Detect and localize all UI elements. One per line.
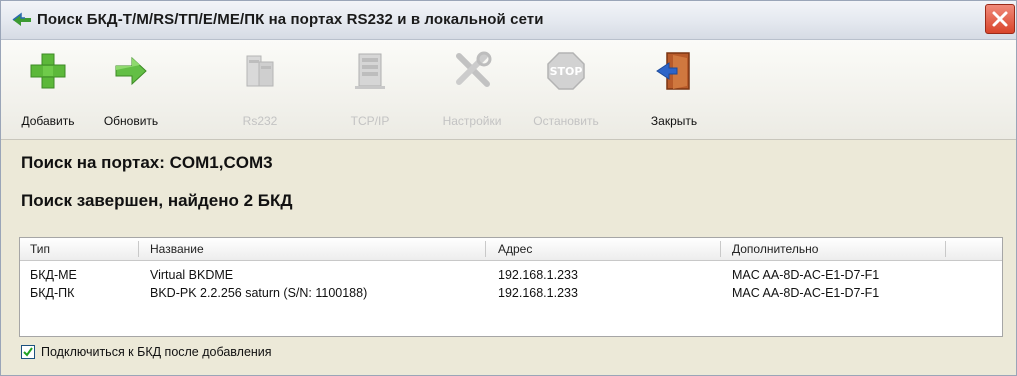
results-table-header: Тип Название Адрес Дополнительно: [20, 238, 1002, 261]
rs232-button[interactable]: Rs232: [227, 40, 293, 139]
toolbar: Добавить Обновить Rs232 TCP/IP Настройки…: [1, 40, 1016, 140]
add-button[interactable]: Добавить: [15, 40, 81, 139]
tcpip-button[interactable]: TCP/IP: [337, 40, 403, 139]
stop-button[interactable]: STOP Остановить: [525, 40, 607, 139]
search-dialog-window: Поиск БКД-Т/М/RS/ТП/Е/МЕ/ПК на портах RS…: [0, 0, 1017, 376]
column-header-type[interactable]: Тип: [30, 242, 50, 256]
tools-icon: [456, 51, 492, 87]
search-result-status: Поиск завершен, найдено 2 БКД: [21, 191, 293, 210]
close-icon: [992, 11, 1008, 27]
column-divider[interactable]: [485, 241, 486, 257]
results-table: Тип Название Адрес Дополнительно БКД-МЕ …: [19, 237, 1003, 337]
refresh-button-label: Обновить: [103, 114, 159, 128]
cell-additional: MAC AA-8D-AC-E1-D7-F1: [732, 268, 880, 282]
title-bar[interactable]: Поиск БКД-Т/М/RS/ТП/Е/МЕ/ПК на портах RS…: [1, 1, 1016, 40]
refresh-arrow-icon: [115, 56, 147, 86]
cell-address: 192.168.1.233: [498, 286, 578, 300]
column-divider[interactable]: [945, 241, 946, 257]
column-divider[interactable]: [720, 241, 721, 257]
rs232-devices-icon: [246, 55, 274, 87]
settings-button-label: Настройки: [442, 114, 502, 128]
stop-icon: STOP: [547, 52, 585, 90]
column-header-address[interactable]: Адрес: [498, 242, 532, 256]
window-title: Поиск БКД-Т/М/RS/ТП/Е/МЕ/ПК на портах RS…: [37, 11, 544, 28]
table-row[interactable]: БКД-МЕ Virtual BKDME 192.168.1.233 MAC A…: [20, 268, 1002, 286]
column-header-name[interactable]: Название: [150, 242, 204, 256]
add-plus-icon: [30, 53, 66, 89]
checkmark-icon: [23, 347, 33, 357]
stop-button-label: Остановить: [533, 114, 599, 128]
cell-additional: MAC AA-8D-AC-E1-D7-F1: [732, 286, 880, 300]
column-divider[interactable]: [138, 241, 139, 257]
column-header-additional[interactable]: Дополнительно: [732, 242, 818, 256]
cell-type: БКД-МЕ: [30, 268, 77, 282]
rs232-button-label: Rs232: [242, 114, 278, 128]
app-logo-icon: [12, 12, 31, 26]
connect-after-add-checkbox[interactable]: [21, 345, 35, 359]
cell-name: Virtual BKDME: [150, 268, 234, 282]
window-close-button[interactable]: [985, 4, 1015, 34]
exit-door-icon: [656, 52, 690, 90]
svg-text:STOP: STOP: [550, 65, 583, 78]
close-button-label: Закрыть: [650, 114, 698, 128]
search-ports-status: Поиск на портах: COM1,COM3: [21, 153, 273, 172]
network-server-icon: [355, 53, 385, 89]
close-button[interactable]: Закрыть: [641, 40, 707, 139]
cell-address: 192.168.1.233: [498, 268, 578, 282]
settings-button[interactable]: Настройки: [435, 40, 509, 139]
add-button-label: Добавить: [21, 114, 75, 128]
table-row[interactable]: БКД-ПК BKD-PK 2.2.256 saturn (S/N: 11001…: [20, 286, 1002, 304]
connect-after-add-label[interactable]: Подключиться к БКД после добавления: [41, 345, 272, 359]
cell-type: БКД-ПК: [30, 286, 75, 300]
refresh-button[interactable]: Обновить: [93, 40, 169, 139]
tcpip-button-label: TCP/IP: [350, 114, 390, 128]
cell-name: BKD-PK 2.2.256 saturn (S/N: 1100188): [150, 286, 368, 300]
